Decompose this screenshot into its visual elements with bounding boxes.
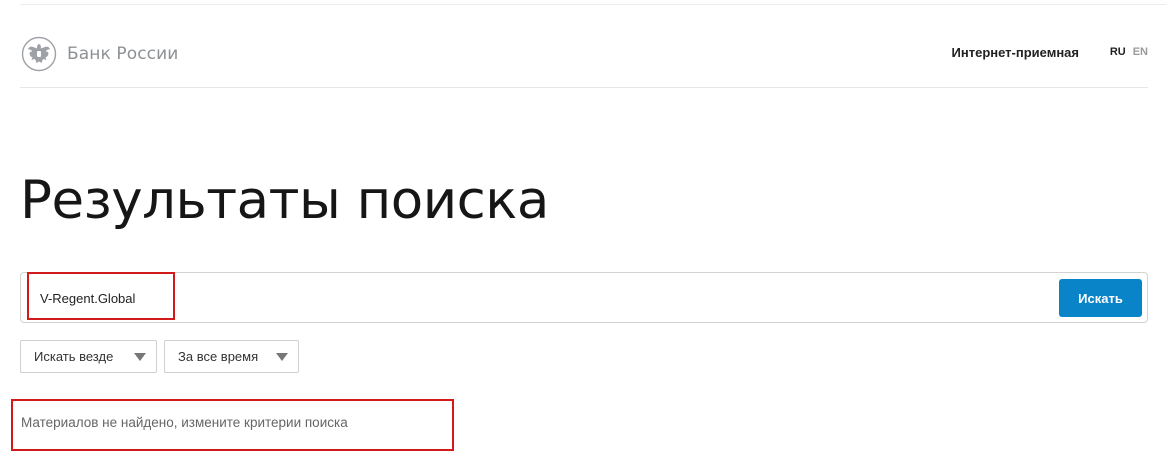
no-results-message: Материалов не найдено, измените критерии…: [21, 415, 348, 430]
triangle-down-icon: [276, 353, 288, 361]
logo-text: Банк России: [67, 44, 179, 64]
double-headed-eagle-icon: [21, 36, 57, 72]
scope-select-value: Искать везде: [34, 349, 114, 364]
lang-ru[interactable]: RU: [1110, 46, 1126, 58]
bank-logo[interactable]: Банк России: [20, 36, 178, 72]
search-form: Искать: [20, 272, 1148, 323]
search-input[interactable]: [40, 285, 840, 311]
lang-en[interactable]: EN: [1133, 46, 1148, 58]
language-switcher: RU EN: [1110, 46, 1148, 58]
site-header: Банк России Интернет-приемная RU EN: [20, 20, 1148, 88]
period-select-value: За все время: [178, 349, 259, 364]
scope-select[interactable]: Искать везде: [20, 340, 157, 373]
period-select[interactable]: За все время: [164, 340, 299, 373]
internet-reception-link[interactable]: Интернет-приемная: [952, 45, 1079, 60]
triangle-down-icon: [134, 353, 146, 361]
search-button[interactable]: Искать: [1059, 279, 1142, 317]
top-divider: [20, 4, 1166, 5]
page-title: Результаты поиска: [20, 170, 549, 231]
